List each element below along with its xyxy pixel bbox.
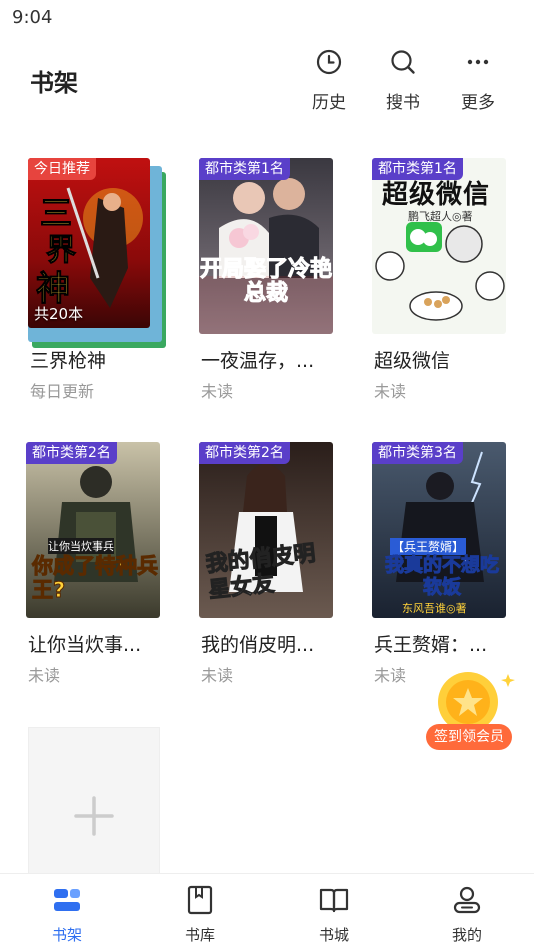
book-item[interactable]: 超级微信 鹏飞超人◎著 都市类第1名 超级微信 未读: [372, 158, 512, 408]
clock-icon: [316, 49, 342, 75]
book-title: 我的俏皮明...: [201, 634, 315, 656]
more-button[interactable]: 更多: [448, 48, 508, 113]
signin-reward-button[interactable]: 签到领会员: [426, 668, 518, 752]
rank-badge: 都市类第3名: [372, 442, 463, 464]
cover-subtitle: 【兵王赘婿】: [390, 538, 467, 555]
cover-author: 东风吾谁◎著: [402, 602, 467, 615]
book-title: 兵王赘婿：...: [374, 634, 488, 656]
book-count-badge: 共20本: [34, 305, 84, 323]
rank-badge: 都市类第1名: [199, 158, 290, 180]
tab-label: 我的: [451, 926, 482, 944]
plus-icon: [74, 796, 114, 836]
add-book-button[interactable]: [28, 727, 160, 873]
search-button[interactable]: 搜书: [373, 48, 433, 113]
book-item[interactable]: 让你当炊事兵 你成了特种兵王? 都市类第2名 让你当炊事... 未读: [26, 442, 166, 692]
book-cover: 开局娶了冷艳总裁 都市类第1名: [199, 158, 333, 334]
more-dots-icon: [467, 59, 489, 65]
rank-badge: 都市类第2名: [199, 442, 290, 464]
book-status: 未读: [201, 382, 234, 401]
book-status: 未读: [374, 666, 407, 685]
book-cover: 让你当炊事兵 你成了特种兵王? 都市类第2名: [26, 442, 160, 618]
book-status: 每日更新: [30, 382, 95, 401]
tab-bookstore[interactable]: 书城: [267, 874, 401, 949]
book-cover: 三 界 神 今日推荐 共20本: [28, 158, 150, 328]
search-label: 搜书: [386, 93, 420, 113]
status-time: 9:04: [12, 7, 53, 28]
book-status: 未读: [201, 666, 234, 685]
tab-bookshelf[interactable]: 书架: [0, 874, 134, 949]
book-cover: 超级微信 鹏飞超人◎著 都市类第1名: [372, 158, 506, 334]
header: 书架 历史 搜书 更多: [0, 36, 534, 126]
book-title: 一夜温存，...: [201, 350, 315, 372]
svg-text:三: 三: [40, 194, 72, 232]
book-title: 三界枪神: [30, 350, 107, 372]
cover-title-art: 三 界 神: [36, 194, 77, 309]
tab-label: 书库: [184, 926, 215, 944]
coin-star-icon: [438, 672, 515, 732]
book-item[interactable]: 我的俏皮明星女友 都市类第2名 我的俏皮明... 未读: [199, 442, 339, 692]
book-status: 未读: [374, 382, 407, 401]
book-cover: 【兵王赘婿】 我真的不想吃软饭 东风吾谁◎著 都市类第3名: [372, 442, 506, 618]
tab-library[interactable]: 书库: [133, 874, 267, 949]
more-label: 更多: [461, 93, 495, 113]
rank-badge: 都市类第1名: [372, 158, 463, 180]
cover-title: 你成了特种兵王?: [32, 554, 159, 603]
book-library-icon: [187, 885, 213, 915]
cover-author: 鹏飞超人◎著: [408, 210, 473, 223]
recommend-badge: 今日推荐: [28, 158, 96, 180]
svg-text:界: 界: [46, 233, 76, 268]
cover-subtitle: 让你当炊事兵: [48, 538, 114, 554]
book-item[interactable]: 三 界 神 今日推荐 共20本 三界枪神 每日更新: [28, 158, 168, 408]
tab-profile[interactable]: 我的: [400, 874, 534, 949]
profile-icon: [453, 886, 481, 914]
tab-label: 书城: [318, 926, 349, 944]
status-bar: 9:04: [0, 0, 534, 36]
rank-badge: 都市类第2名: [26, 442, 117, 464]
book-item[interactable]: 【兵王赘婿】 我真的不想吃软饭 东风吾谁◎著 都市类第3名 兵王赘婿：... 未…: [372, 442, 512, 692]
tab-label: 书架: [51, 926, 82, 944]
cover-title: 开局娶了冷艳总裁: [199, 257, 332, 306]
page-title: 书架: [30, 69, 78, 97]
book-status: 未读: [28, 666, 61, 685]
history-button[interactable]: 历史: [299, 48, 359, 113]
bookshelf-icon: [54, 889, 80, 911]
search-icon: [391, 50, 415, 74]
open-book-icon: [319, 888, 349, 913]
book-item[interactable]: 开局娶了冷艳总裁 都市类第1名 一夜温存，... 未读: [199, 158, 339, 408]
bottom-tab-bar: 书架 书库 书城 我的: [0, 873, 534, 949]
signin-label: 签到领会员: [426, 724, 512, 750]
book-title: 超级微信: [374, 350, 451, 372]
history-label: 历史: [312, 93, 346, 113]
book-cover: 我的俏皮明星女友 都市类第2名: [199, 442, 333, 618]
cover-title: 我真的不想吃软饭: [384, 554, 499, 599]
book-title: 让你当炊事...: [28, 634, 142, 656]
